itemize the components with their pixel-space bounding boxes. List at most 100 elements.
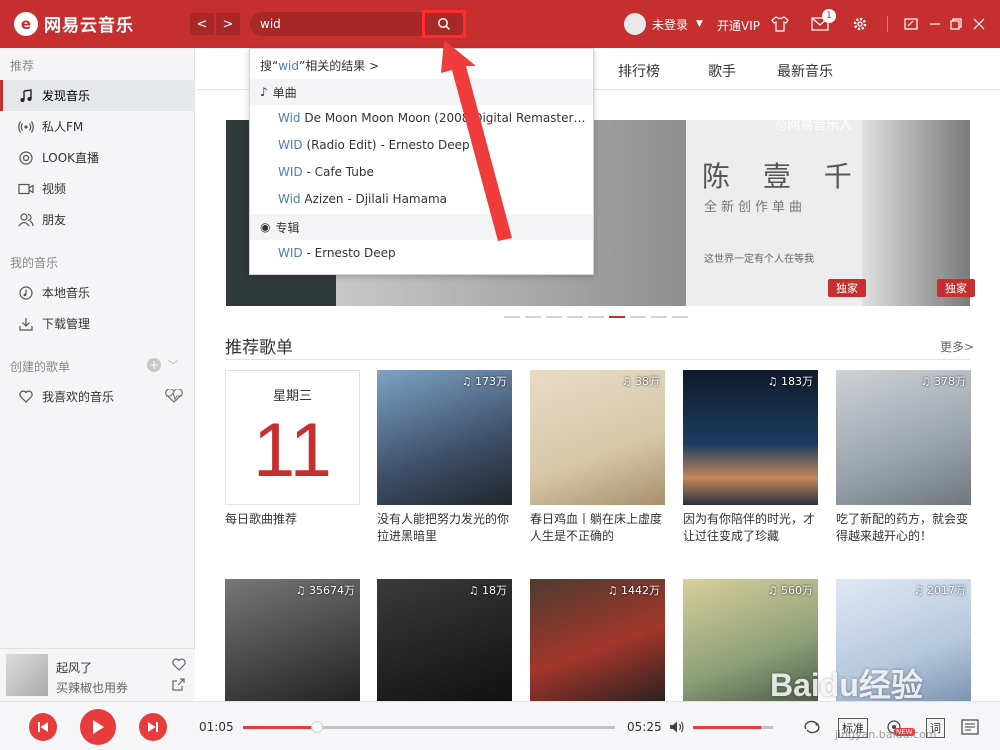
settings-button[interactable] bbox=[850, 14, 870, 34]
playlist-card[interactable]: ♫ 18万 bbox=[377, 579, 512, 701]
tab-new-music[interactable]: 最新音乐 bbox=[777, 61, 833, 81]
now-playing-cover[interactable] bbox=[6, 654, 48, 696]
sidebar-item-local-music[interactable]: 本地音乐 bbox=[0, 277, 195, 308]
daily-calendar[interactable]: 星期三 11 bbox=[225, 370, 360, 505]
sidebar-item-video[interactable]: 视频 bbox=[0, 173, 195, 204]
volume-slider[interactable] bbox=[693, 726, 773, 729]
banner-dot[interactable] bbox=[651, 316, 667, 318]
now-playing-title[interactable]: 起风了 bbox=[56, 659, 92, 676]
section-title-recommended-playlists[interactable]: 推荐歌单 bbox=[225, 333, 293, 358]
chevron-down-icon[interactable]: ▼ bbox=[696, 19, 703, 29]
vip-link[interactable]: 开通VIP bbox=[717, 17, 760, 34]
album-icon: ◉ bbox=[260, 220, 271, 234]
banner-dot-active[interactable] bbox=[609, 316, 625, 318]
suggestion-song[interactable]: Wid Azizen - Djilali Hamama bbox=[278, 192, 588, 206]
user-avatar[interactable] bbox=[624, 13, 646, 35]
banner-dot[interactable] bbox=[672, 316, 688, 318]
playlist-cover[interactable]: ♫ 35674万 bbox=[225, 579, 360, 701]
banner-dot[interactable] bbox=[567, 316, 583, 318]
loop-icon bbox=[804, 720, 820, 734]
playlist-cover[interactable]: ♫ 173万 bbox=[377, 370, 512, 505]
friends-icon bbox=[18, 212, 34, 228]
next-track-icon bbox=[148, 722, 158, 732]
play-button[interactable] bbox=[80, 709, 116, 745]
banner-dot[interactable] bbox=[588, 316, 604, 318]
play-count: ♫ 183万 bbox=[767, 375, 813, 388]
search-button[interactable] bbox=[422, 10, 466, 38]
suggestion-song[interactable]: Wid De Moon Moon Moon (2008 Digital Rema… bbox=[278, 111, 588, 125]
playlist-card[interactable]: ♫ 35674万 bbox=[225, 579, 360, 701]
sidebar-item-friends[interactable]: 朋友 bbox=[0, 204, 195, 235]
sidebar-item-label: 朋友 bbox=[42, 213, 67, 227]
suggestion-song[interactable]: WID - Cafe Tube bbox=[278, 165, 588, 179]
add-playlist-button[interactable]: + bbox=[147, 358, 161, 372]
playlist-cover[interactable]: ♫ 378万 bbox=[836, 370, 971, 505]
playlist-title[interactable]: 春日鸡血丨躺在床上虚度人生是不正确的 bbox=[530, 511, 665, 545]
banner-dot[interactable] bbox=[525, 316, 541, 318]
sidebar-item-fm[interactable]: 私人FM bbox=[0, 111, 195, 142]
heartbeat-mode-button[interactable] bbox=[164, 388, 184, 406]
queue-icon bbox=[961, 719, 979, 735]
playlist-title[interactable]: 每日歌曲推荐 bbox=[225, 511, 360, 545]
volume-button[interactable] bbox=[667, 718, 687, 736]
playlist-card[interactable]: ♫ 173万 没有人能把努力发光的你拉进黑暗里 bbox=[377, 370, 512, 545]
suggestion-song[interactable]: WID (Radio Edit) - Ernesto Deep bbox=[278, 138, 588, 152]
like-button[interactable] bbox=[172, 658, 186, 674]
more-link[interactable]: 更多> bbox=[940, 338, 974, 355]
playlist-card[interactable]: ♫ 38万 春日鸡血丨躺在床上虚度人生是不正确的 bbox=[530, 370, 665, 545]
playlist-card[interactable]: ♫ 378万 吃了新配的药方，就会变得越来越开心的！ bbox=[836, 370, 971, 545]
daily-recommend-card[interactable]: 星期三 11 每日歌曲推荐 bbox=[225, 370, 360, 545]
search-input[interactable] bbox=[260, 15, 420, 33]
play-count: ♫ 560万 bbox=[767, 584, 813, 597]
playlist-cover[interactable]: ♫ 38万 bbox=[530, 370, 665, 505]
previous-button[interactable] bbox=[29, 713, 57, 741]
progress-handle[interactable] bbox=[311, 721, 324, 733]
playlist-title[interactable]: 吃了新配的药方，就会变得越来越开心的！ bbox=[836, 511, 971, 545]
playlist-queue-button[interactable] bbox=[960, 718, 980, 736]
banner-tagline: 这世界一定有个人在等我 bbox=[704, 254, 814, 265]
banner-dot[interactable] bbox=[546, 316, 562, 318]
app-logo[interactable]: e 网易云音乐 bbox=[14, 11, 134, 36]
suggestion-album[interactable]: WID - Ernesto Deep bbox=[278, 246, 588, 260]
app-window: e 网易云音乐 < > 未登录 ▼ 开通VIP 1 bbox=[0, 0, 1000, 750]
forward-button[interactable]: > bbox=[216, 13, 240, 35]
share-icon bbox=[172, 678, 185, 691]
now-playing-artist[interactable]: 买辣椒也用券 bbox=[56, 679, 128, 696]
search-all-results-link[interactable]: 搜“wid”相关的结果 > bbox=[260, 57, 379, 74]
login-label[interactable]: 未登录 bbox=[652, 16, 688, 33]
sidebar-item-label: 我喜欢的音乐 bbox=[42, 390, 115, 404]
tab-artists[interactable]: 歌手 bbox=[708, 61, 736, 81]
app-brand-name: 网易云音乐 bbox=[44, 16, 134, 36]
playlist-card[interactable]: ♫ 183万 因为有你陪伴的时光，才让过往变成了珍藏 bbox=[683, 370, 818, 545]
playlist-card[interactable]: ♫ 1442万 bbox=[530, 579, 665, 701]
banner-dot[interactable] bbox=[504, 316, 520, 318]
playlist-title[interactable]: 没有人能把努力发光的你拉进黑暗里 bbox=[377, 511, 512, 545]
play-count: ♫ 173万 bbox=[461, 375, 507, 388]
close-button[interactable] bbox=[969, 14, 989, 34]
back-button[interactable]: < bbox=[190, 13, 214, 35]
progress-slider[interactable] bbox=[243, 721, 615, 733]
chevron-down-icon[interactable]: ﹀ bbox=[168, 357, 178, 372]
playlist-title[interactable]: 因为有你陪伴的时光，才让过往变成了珍藏 bbox=[683, 511, 818, 545]
sidebar-item-downloads[interactable]: 下载管理 bbox=[0, 308, 195, 339]
mini-mode-button[interactable] bbox=[901, 14, 921, 34]
sidebar-item-discover[interactable]: 发现音乐 bbox=[0, 80, 195, 111]
now-playing-mini[interactable]: 起风了 买辣椒也用券 bbox=[0, 648, 195, 701]
playlist-cover[interactable]: ♫ 18万 bbox=[377, 579, 512, 701]
play-count: ♫ 378万 bbox=[920, 375, 966, 388]
banner-dot[interactable] bbox=[630, 316, 646, 318]
share-button[interactable] bbox=[172, 678, 185, 694]
playlist-cover[interactable]: ♫ 183万 bbox=[683, 370, 818, 505]
loop-mode-button[interactable] bbox=[802, 718, 822, 736]
sidebar-item-live[interactable]: LOOK直播 bbox=[0, 142, 195, 173]
search-icon bbox=[438, 18, 451, 31]
maximize-button[interactable] bbox=[946, 14, 966, 34]
tab-charts[interactable]: 排行榜 bbox=[618, 61, 660, 81]
minimize-button[interactable] bbox=[925, 14, 945, 34]
message-count-badge: 1 bbox=[822, 9, 836, 23]
user-menu[interactable]: 未登录 ▼ bbox=[624, 13, 703, 35]
radio-icon bbox=[18, 119, 34, 135]
next-button[interactable] bbox=[139, 713, 167, 741]
skin-button[interactable] bbox=[770, 14, 790, 34]
playlist-cover[interactable]: ♫ 1442万 bbox=[530, 579, 665, 701]
